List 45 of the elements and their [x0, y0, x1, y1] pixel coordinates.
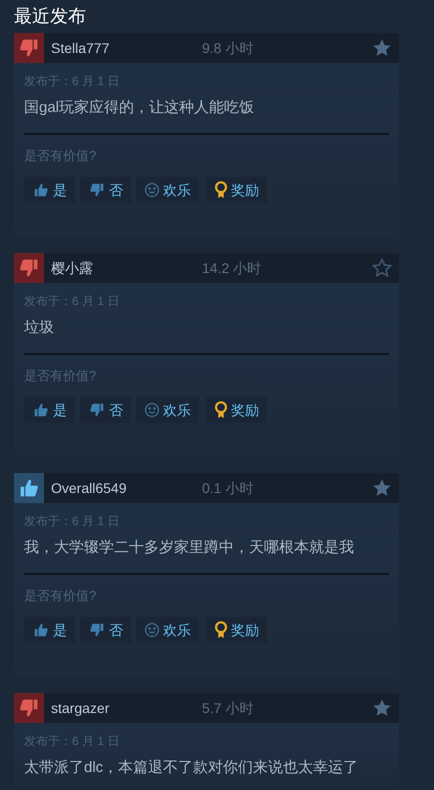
yes-button[interactable]: 是	[24, 177, 75, 203]
review-text: 太带派了dlc，本篇退不了款对你们来说也太幸运了	[24, 758, 358, 778]
thumbs-down-icon	[88, 621, 106, 639]
author-name[interactable]: Overall6549	[51, 478, 202, 498]
helpful-prompt: 是否有价值?	[24, 587, 96, 605]
award-ribbon-icon	[214, 401, 228, 419]
award-button[interactable]: 奖励	[206, 177, 267, 203]
award-button[interactable]: 奖励	[206, 617, 267, 643]
no-button[interactable]: 否	[80, 617, 131, 643]
smiley-icon	[144, 622, 160, 638]
award-ribbon-icon	[214, 621, 228, 639]
thumbs-up-icon	[32, 181, 50, 199]
star-icon[interactable]	[372, 698, 392, 718]
star-icon[interactable]	[372, 38, 392, 58]
star-icon[interactable]	[372, 478, 392, 498]
author-name[interactable]: 樱小露	[51, 258, 202, 278]
author-name[interactable]: stargazer	[51, 698, 202, 718]
review-text: 我，大学辍学二十多岁家里蹲中，天哪根本就是我	[24, 538, 354, 558]
no-button[interactable]: 否	[80, 177, 131, 203]
funny-button[interactable]: 欢乐	[136, 397, 199, 423]
funny-button[interactable]: 欢乐	[136, 617, 199, 643]
award-button[interactable]: 奖励	[206, 397, 267, 423]
playtime-text: 0.1 小时	[202, 478, 254, 498]
smiley-icon	[144, 402, 160, 418]
review-text: 国gal玩家应得的，让这种人能吃饭	[24, 98, 254, 118]
star-icon[interactable]	[372, 258, 392, 278]
author-name[interactable]: Stella777	[51, 38, 202, 58]
helpful-prompt: 是否有价值?	[24, 147, 96, 165]
section-heading: 最近发布	[13, 5, 87, 28]
award-ribbon-icon	[214, 181, 228, 199]
thumbs-up-icon	[32, 621, 50, 639]
playtime-text: 14.2 小时	[202, 258, 262, 278]
playtime-text: 5.7 小时	[202, 698, 254, 718]
review-text: 垃圾	[24, 318, 54, 338]
yes-button[interactable]: 是	[24, 397, 75, 423]
playtime-text: 9.8 小时	[202, 38, 254, 58]
yes-button[interactable]: 是	[24, 617, 75, 643]
thumbs-down-icon	[88, 401, 106, 419]
helpful-prompt: 是否有价值?	[24, 367, 96, 385]
smiley-icon	[144, 182, 160, 198]
thumbs-up-icon	[32, 401, 50, 419]
funny-button[interactable]: 欢乐	[136, 177, 199, 203]
thumbs-down-icon	[88, 181, 106, 199]
no-button[interactable]: 否	[80, 397, 131, 423]
post-date: 发布于：6 月 1 日	[24, 733, 120, 750]
